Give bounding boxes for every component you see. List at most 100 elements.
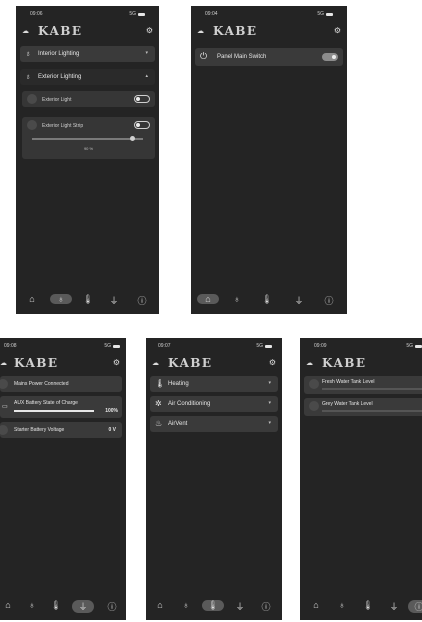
item-starter-battery: Starter Battery Voltage 0 V: [0, 422, 122, 438]
exterior-light-toggle[interactable]: [134, 95, 150, 103]
lightbulb-icon: ♁: [25, 72, 31, 81]
home-icon[interactable]: ⌂: [24, 294, 40, 304]
snowflake-icon: ✲: [155, 399, 162, 408]
cloud-icon[interactable]: ☁: [306, 359, 313, 367]
group-air-conditioning[interactable]: ✲ Air Conditioning ▾: [150, 396, 278, 412]
status-bar: 09:07 5G: [146, 338, 282, 352]
app-header: ☁ KABE ⚙: [0, 356, 126, 372]
group-interior-lighting[interactable]: ♁ Interior Lighting ▾: [20, 46, 155, 62]
cloud-icon[interactable]: ☁: [152, 359, 159, 367]
screen-tanks: 09:09 5G ☁ KABE Fresh Water Tank Level G…: [300, 338, 422, 620]
brand-logo: KABE: [322, 356, 367, 370]
signal-label: 5G: [317, 11, 324, 17]
gear-icon[interactable]: ⚙: [334, 26, 341, 35]
app-header: ☁ KABE: [300, 356, 422, 372]
status-time: 09:04: [205, 11, 218, 17]
item-icon: [0, 379, 8, 389]
lightbulb-icon[interactable]: ♁: [178, 600, 194, 610]
slider-value: 90 %: [83, 146, 94, 151]
home-icon[interactable]: ⌂: [0, 600, 16, 610]
lightbulb-icon[interactable]: ♁: [24, 600, 40, 610]
lightbulb-icon: ♁: [25, 49, 31, 58]
lightbulb-icon[interactable]: ♁: [334, 600, 350, 610]
info-icon[interactable]: ⓘ: [104, 600, 120, 613]
signal-label: 5G: [104, 343, 111, 349]
info-icon[interactable]: ⓘ: [258, 600, 274, 613]
info-icon[interactable]: ⓘ: [134, 294, 150, 307]
panel-main-switch-toggle[interactable]: [322, 53, 338, 61]
home-icon[interactable]: ⌂: [197, 294, 219, 304]
thermometer-icon[interactable]: 🌡: [360, 600, 376, 611]
brand-logo: KABE: [213, 24, 258, 38]
app-header: ☁ KABE ⚙: [191, 24, 347, 40]
chevron-down-icon: ▾: [268, 380, 271, 386]
item-icon: [0, 425, 8, 435]
home-icon[interactable]: ⌂: [308, 600, 324, 610]
item-grey-water: Grey Water Tank Level: [304, 398, 422, 416]
status-bar: 09:06 5G: [16, 6, 159, 20]
item-aux-battery: ▭ AUX Battery State of Charge 100%: [0, 396, 122, 418]
bottom-nav: ⌂ ♁ 🌡 ⏚ ⓘ: [0, 598, 126, 614]
slider-track[interactable]: [32, 138, 143, 140]
slider-thumb[interactable]: [129, 136, 135, 141]
battery-icon: ▭: [2, 404, 8, 410]
brand-logo: KABE: [14, 356, 59, 370]
group-exterior-lighting[interactable]: ♁ Exterior Lighting ▴: [20, 69, 155, 85]
screen-lighting: 09:06 5G ☁ KABE ⚙ ♁ Interior Lighting ▾ …: [16, 6, 159, 314]
gear-icon[interactable]: ⚙: [113, 358, 120, 367]
battery-icon: [326, 12, 333, 16]
status-time: 09:08: [4, 343, 17, 349]
thermometer-icon[interactable]: 🌡: [48, 600, 64, 611]
chevron-down-icon: ▾: [268, 400, 271, 406]
tank-level-bar: [322, 388, 422, 390]
thermometer-icon[interactable]: 🌡: [80, 294, 96, 305]
signal-label: 5G: [129, 11, 136, 17]
gear-icon[interactable]: ⚙: [146, 26, 153, 35]
signal-label: 5G: [406, 343, 413, 349]
bottom-nav: ⌂ ♁ 🌡 ⏚ ⓘ: [191, 292, 347, 308]
cloud-icon[interactable]: ☁: [197, 27, 204, 35]
plug-icon[interactable]: ⏚: [72, 600, 94, 613]
plug-icon[interactable]: ⏚: [232, 600, 248, 613]
info-icon[interactable]: ⓘ: [321, 294, 337, 307]
status-time: 09:06: [30, 11, 43, 17]
app-header: ☁ KABE ⚙: [16, 24, 159, 40]
gear-icon[interactable]: ⚙: [269, 358, 276, 367]
light-strip-slider[interactable]: 90 %: [22, 133, 155, 159]
plug-icon[interactable]: ⏚: [106, 294, 122, 307]
screen-power: 09:08 5G ☁ KABE ⚙ Mains Power Connected …: [0, 338, 126, 620]
item-exterior-light: Exterior Light: [22, 91, 155, 107]
item-icon: [309, 379, 319, 389]
lightbulb-icon[interactable]: ♁: [50, 294, 72, 304]
battery-icon: [415, 344, 422, 348]
item-icon: [309, 401, 319, 411]
bottom-nav: ⌂ ♁ 🌡 ⏚ ⓘ: [16, 292, 159, 308]
brand-logo: KABE: [38, 24, 83, 38]
power-icon: ⏻: [200, 51, 208, 61]
status-bar: 09:08 5G: [0, 338, 126, 352]
vent-icon: ♨: [155, 419, 163, 428]
lightbulb-icon[interactable]: ♁: [229, 294, 245, 304]
cloud-icon[interactable]: ☁: [22, 27, 29, 35]
home-icon[interactable]: ⌂: [152, 600, 168, 610]
bottom-nav: ⌂ ♁ 🌡 ⏚ ⓘ: [146, 598, 282, 614]
screen-home: 09:04 5G ☁ KABE ⚙ ⏻ Panel Main Switch ⌂ …: [191, 6, 347, 314]
battery-icon: [265, 344, 272, 348]
plug-icon[interactable]: ⏚: [386, 600, 402, 613]
app-header: ☁ KABE ⚙: [146, 356, 282, 372]
thermometer-icon[interactable]: 🌡: [202, 600, 224, 611]
group-airvent[interactable]: ♨ AirVent ▾: [150, 416, 278, 432]
status-time: 09:07: [158, 343, 171, 349]
cloud-icon[interactable]: ☁: [0, 359, 7, 367]
battery-bar: [14, 410, 94, 412]
brand-logo: KABE: [168, 356, 213, 370]
status-bar: 09:09 5G: [300, 338, 422, 352]
item-icon: [27, 120, 37, 130]
item-mains-power: Mains Power Connected: [0, 376, 122, 392]
thermometer-icon[interactable]: 🌡: [259, 294, 275, 305]
group-heating[interactable]: 🌡 Heating ▾: [150, 376, 278, 392]
exterior-light-strip-toggle[interactable]: [134, 121, 150, 129]
plug-icon[interactable]: ⏚: [291, 294, 307, 307]
tanks-icon[interactable]: ⓘ: [408, 600, 422, 613]
battery-icon: [113, 344, 120, 348]
